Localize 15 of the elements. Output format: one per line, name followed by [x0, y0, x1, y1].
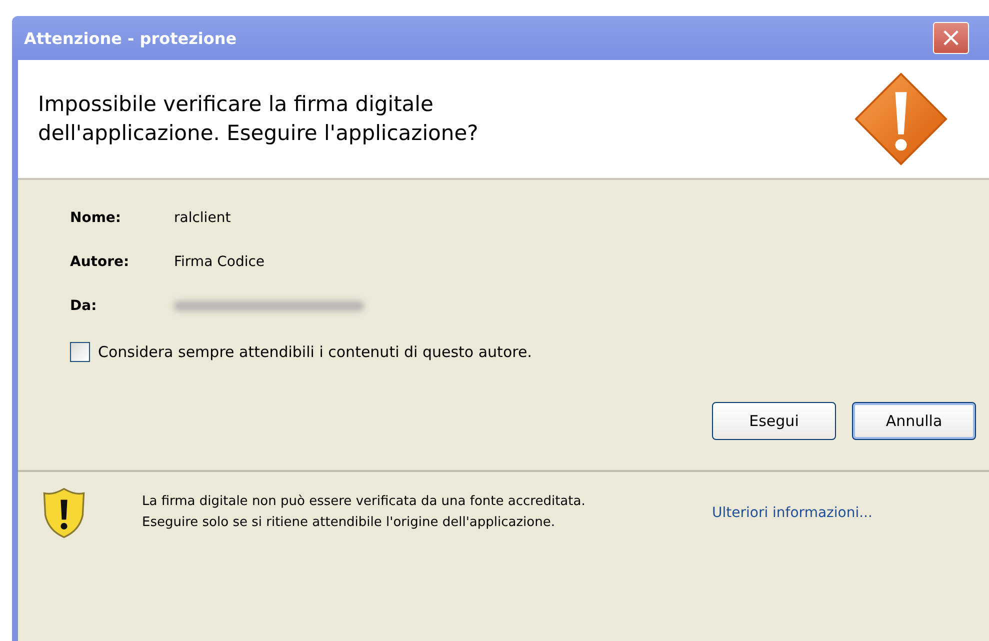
dialog-button[interactable]: Annulla: [852, 402, 976, 440]
checkbox[interactable]: [70, 342, 90, 362]
field-label: Nome:: [70, 210, 122, 226]
footer-message: La firma digitale non può essere verificata da una fonte accreditata. Eseguire solo se si ritiene attendibile l'origine dell'applicazione.: [142, 493, 586, 532]
checkbox-label: Considera sempre attendibili i contenuti di questo autore.: [98, 343, 532, 361]
window-title: Attenzione - protezione: [24, 28, 237, 48]
field-label: Da:: [70, 298, 98, 314]
dialog-message: Impossibile verificare la firma digitale dell'applicazione. Eseguire l'applicazione?: [38, 90, 480, 147]
more-info-link[interactable]: Ulteriori informazioni...: [712, 505, 872, 521]
warning-icon: [853, 71, 949, 167]
dialog-button[interactable]: Esegui: [712, 402, 836, 440]
field-label: Autore:: [70, 254, 130, 270]
field-value: Firma Codice: [174, 254, 266, 270]
shield-warning-icon: [42, 486, 86, 540]
field-value: ralclient: [174, 210, 232, 226]
